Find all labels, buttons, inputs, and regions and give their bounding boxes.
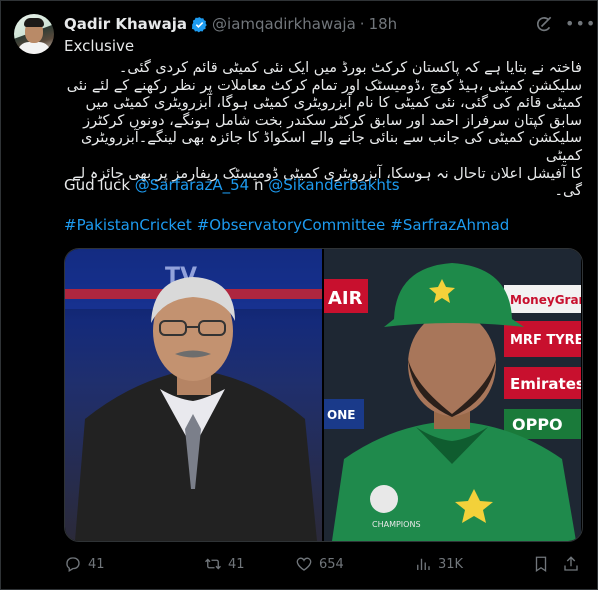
- share-icon: [564, 556, 578, 571]
- sponsor-board: MoneyGram: [510, 293, 581, 307]
- closing-joiner: n: [249, 176, 269, 194]
- sponsor-board: ONE: [327, 408, 355, 422]
- hashtag-link[interactable]: #PakistanCricket: [64, 216, 192, 234]
- hashtag-list: #PakistanCricket #ObservatoryCommittee #…: [64, 216, 509, 234]
- avatar-shirt: [17, 42, 51, 54]
- tweet-closing-line: Gud luck @SarfarazA_54 n @Sikanderbakhts: [64, 176, 400, 194]
- media-gallery: TV AIR MoneyGram MRF TYRES Emira: [64, 248, 583, 542]
- action-bar: 41 41 654 31K: [64, 552, 582, 576]
- like-count: 654: [319, 556, 344, 572]
- reply-count: 41: [88, 556, 105, 572]
- urdu-line: کمیٹی قائم کی گئی، نئی کمیٹی کا نام آبزر…: [85, 95, 582, 112]
- repost-count: 41: [228, 556, 245, 572]
- view-count: 31K: [438, 556, 464, 572]
- views-button[interactable]: 31K: [414, 552, 463, 576]
- closing-prefix: Gud luck: [64, 176, 135, 194]
- urdu-line: سلیکشن کمیٹی ،ہیڈ کوچ ،ڈومیسٹک اور تمام …: [66, 77, 582, 94]
- repost-button[interactable]: 41: [204, 552, 245, 576]
- author-handle[interactable]: @iamqadirkhawaja: [212, 15, 356, 33]
- photo-older-man-illustration: TV: [65, 249, 322, 541]
- sponsor-board: AIR: [328, 288, 363, 309]
- hashtag-link[interactable]: #ObservatoryCommittee: [197, 216, 386, 234]
- like-button[interactable]: 654: [295, 552, 344, 576]
- verified-badge-icon: [192, 16, 207, 32]
- urdu-line: سلیکشن کمیٹی کی جانب سے بنائی جانے والے …: [80, 130, 582, 164]
- urdu-line: سابق کپتان سرفراز احمد اور سابق کرکٹر سک…: [83, 112, 582, 129]
- photo-cricketer-illustration: AIR MoneyGram MRF TYRES Emirates OPPO ON…: [324, 249, 581, 541]
- share-button[interactable]: [562, 552, 580, 576]
- sponsor-board: MRF TYRES: [510, 333, 581, 348]
- post-time[interactable]: 18h: [369, 15, 398, 33]
- views-chart-icon: [417, 558, 430, 570]
- mention-link[interactable]: @SarfarazA_54: [135, 176, 249, 194]
- mention-link[interactable]: @Sikanderbakhts: [268, 176, 399, 194]
- reply-button[interactable]: 41: [64, 552, 105, 576]
- tweet-header: Qadir Khawaja @iamqadirkhawaja · 18h: [64, 14, 397, 34]
- photo-cricketer[interactable]: AIR MoneyGram MRF TYRES Emirates OPPO ON…: [324, 249, 581, 541]
- header-separator: ·: [359, 15, 365, 33]
- heart-icon: [296, 557, 312, 571]
- repost-icon: [205, 558, 221, 570]
- hashtag-link[interactable]: #SarfrazAhmad: [390, 216, 509, 234]
- author-avatar[interactable]: [14, 14, 54, 54]
- reply-icon: [66, 557, 80, 572]
- more-options-icon[interactable]: •••: [565, 14, 595, 34]
- tweet-lead-text: Exclusive: [64, 37, 135, 55]
- urdu-line: فاختہ نے بتایا ہے کہ پاکستان کرکٹ بورڈ م…: [118, 60, 582, 76]
- bookmark-button[interactable]: [532, 552, 550, 576]
- author-name[interactable]: Qadir Khawaja: [64, 15, 187, 33]
- avatar-hair: [24, 18, 44, 27]
- bookmark-icon: [535, 556, 547, 573]
- sponsor-board: OPPO: [512, 415, 563, 434]
- photo-older-man[interactable]: TV: [65, 249, 322, 541]
- grok-icon[interactable]: [534, 14, 554, 34]
- trophy-badge-text: CHAMPIONS: [372, 520, 421, 529]
- sponsor-board: Emirates: [510, 375, 581, 393]
